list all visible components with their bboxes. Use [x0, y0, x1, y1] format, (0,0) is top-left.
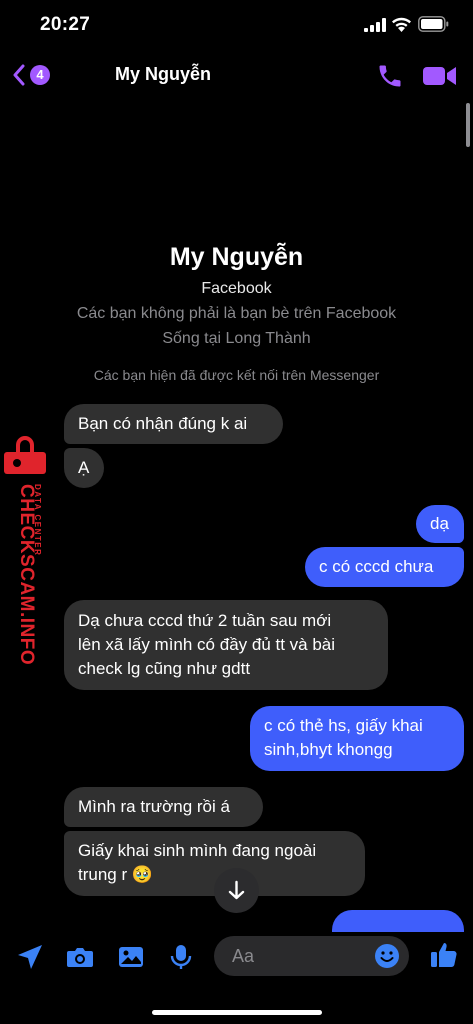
phone-icon[interactable]	[376, 62, 404, 90]
message-text: dạ	[430, 514, 449, 533]
watermark: CHECKSCAM.INFO DATA CENTER	[0, 436, 52, 666]
profile-name: My Nguyễn	[169, 243, 304, 271]
message-text-line: Giấy khai sinh mình đang ngoài	[78, 841, 317, 860]
message-bubble-incoming[interactable]: Mình ra trường rồi á	[64, 787, 263, 827]
message-text-line: sinh,bhyt khongg	[264, 740, 393, 759]
profile-friend-note: Các bạn không phải là bạn bè trên Facebo…	[76, 305, 397, 322]
message-text: Ạ	[78, 458, 90, 477]
camera-icon[interactable]	[66, 943, 94, 971]
image-icon[interactable]	[117, 943, 145, 971]
message-input-placeholder: Aa	[232, 946, 255, 966]
message-text: Bạn có nhận đúng k ai	[78, 414, 248, 433]
watermark-subtext: DATA CENTER	[33, 484, 42, 557]
scroll-to-bottom-button[interactable]	[214, 868, 259, 913]
message-text-line: c có thẻ hs, giấy khai	[264, 716, 423, 735]
emoji-icon[interactable]	[374, 943, 400, 969]
back-button[interactable]: 4	[12, 62, 54, 88]
message-bubble-incoming[interactable]: Dạ chưa cccd thứ 2 tuần sau mới lên xã l…	[64, 600, 388, 690]
message-bubble-outgoing[interactable]: c có thẻ hs, giấy khai sinh,bhyt khongg	[250, 706, 464, 771]
back-chevron-icon	[13, 64, 25, 86]
arrow-down-icon	[228, 880, 245, 900]
status-bar: 20:27	[0, 0, 473, 50]
thumbs-up-icon[interactable]	[429, 940, 459, 970]
battery-icon	[418, 16, 449, 32]
unread-badge: 4	[30, 65, 50, 85]
message-bubble-incoming[interactable]: Ạ	[64, 448, 104, 488]
video-icon[interactable]	[423, 65, 456, 87]
message-composer: Aa	[0, 926, 473, 986]
message-bubble-incoming[interactable]: Bạn có nhận đúng k ai	[64, 404, 283, 444]
wifi-icon	[392, 17, 411, 32]
signal-icon	[364, 18, 386, 32]
message-bubble-outgoing[interactable]: dạ	[416, 505, 464, 543]
message-input[interactable]: Aa	[214, 936, 409, 976]
profile-location: Sống tại Long Thành	[162, 330, 311, 347]
home-indicator[interactable]	[152, 1010, 322, 1015]
contact-name-title[interactable]: My Nguyễn	[115, 64, 211, 85]
message-text: Mình ra trường rồi á	[78, 797, 230, 816]
location-arrow-icon[interactable]	[16, 943, 44, 971]
message-bubble-outgoing[interactable]: c có cccd chưa	[305, 547, 464, 587]
conversation-header: 4 My Nguyễn	[0, 50, 473, 102]
microphone-icon[interactable]	[167, 943, 195, 971]
scroll-indicator[interactable]	[466, 103, 470, 147]
message-text-line: Dạ chưa cccd thứ 2 tuần sau mới	[78, 611, 332, 630]
connected-note: Các bạn hiện đã được kết nối trên Messen…	[93, 367, 380, 383]
message-text-line: lên xã lấy mình có đầy đủ tt và bài	[78, 635, 336, 654]
message-text: c có cccd chưa	[319, 557, 434, 576]
profile-platform: Facebook	[201, 280, 272, 297]
message-text-line: check lg cũng như gdtt	[78, 659, 251, 678]
lock-icon	[4, 436, 46, 474]
status-time: 20:27	[40, 14, 91, 35]
